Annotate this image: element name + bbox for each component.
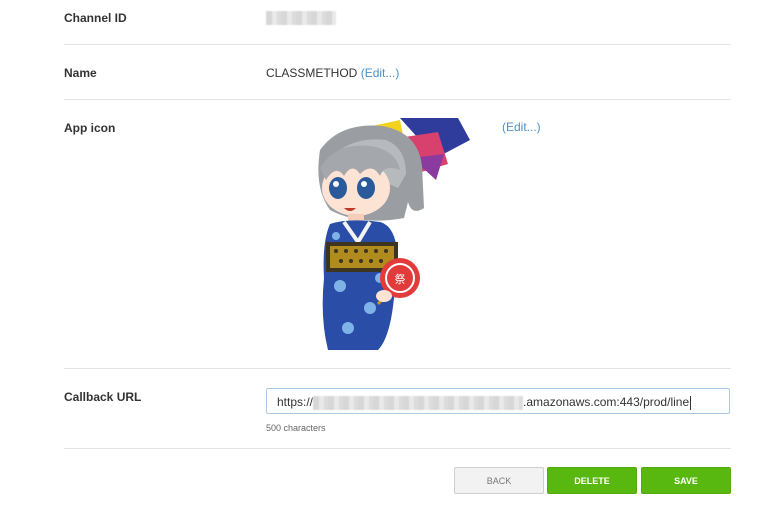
channel-id-row: Channel ID [64,0,731,45]
delete-button[interactable]: DELETE [547,467,637,494]
callback-url-label: Callback URL [64,390,142,404]
callback-url-redacted [313,395,524,410]
app-icon-label: App icon [64,121,116,135]
channel-id-label: Channel ID [64,11,127,25]
save-button[interactable]: SAVE [641,467,731,494]
callback-url-suffix: .amazonaws.com:443/prod/line [523,395,690,409]
name-edit-link[interactable]: (Edit...) [361,66,400,80]
svg-text:祭: 祭 [395,273,406,286]
callback-url-prefix: https:// [277,395,314,409]
anime-girl-yukata-icon: 祭 [318,118,470,350]
callback-url-input[interactable]: https:// .amazonaws.com:443/prod/line [266,388,730,414]
name-label: Name [64,66,97,80]
callback-url-char-hint: 500 characters [266,423,326,433]
name-value-group: CLASSMETHOD (Edit...) [266,66,399,80]
name-row: Name CLASSMETHOD (Edit...) [64,45,731,100]
app-icon-edit-link[interactable]: (Edit...) [502,120,541,134]
back-button[interactable]: BACK [454,467,544,494]
text-caret [690,395,692,410]
channel-id-value-redacted [266,10,336,25]
name-value: CLASSMETHOD [266,66,358,80]
